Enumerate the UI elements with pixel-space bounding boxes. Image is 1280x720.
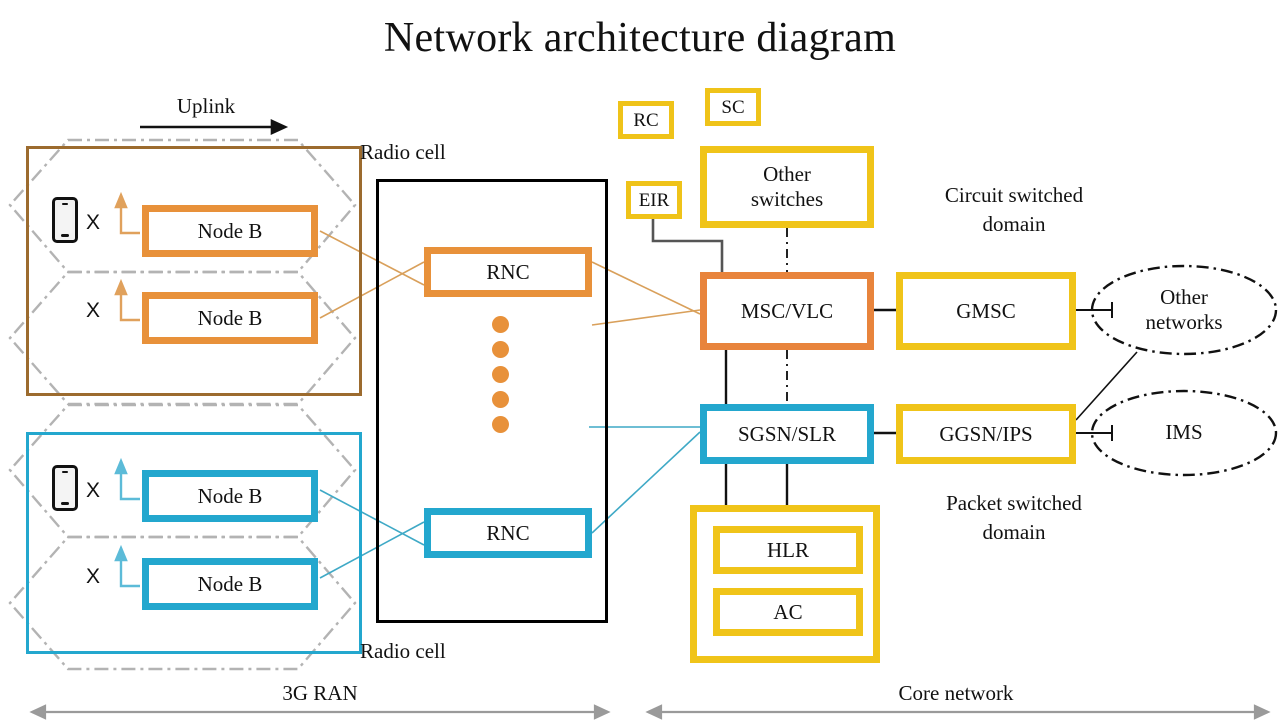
ue-phone-icon-1 [52, 197, 78, 243]
rc-label: RC [633, 109, 659, 131]
ue-phone-icon-2 [52, 465, 78, 511]
ran-group-bottom-frame [26, 432, 362, 654]
eir-label: EIR [638, 189, 670, 211]
rnc-dot [492, 316, 509, 333]
radio-cell-label-top: Radio cell [360, 140, 446, 164]
rnc-label-bottom: RNC [486, 520, 530, 545]
ggsn-ips-label: GGSN/IPS [939, 421, 1033, 446]
ran-group-top-frame [26, 146, 362, 396]
circuit-domain-line2: domain [982, 212, 1046, 236]
gmsc-box[interactable]: GMSC [896, 272, 1076, 350]
rc-box[interactable]: RC [618, 101, 674, 139]
rnc-box-top[interactable]: RNC [424, 247, 592, 297]
uplink-label: Uplink [176, 94, 236, 118]
core-span-label: Core network [898, 681, 1014, 705]
ran-span-arrow [29, 704, 611, 720]
node-b-label-3: Node B [197, 483, 263, 508]
gmsc-label: GMSC [956, 298, 1016, 323]
circuit-domain-line1: Circuit switched [944, 183, 1084, 207]
node-b-box-1[interactable]: Node B [142, 205, 318, 257]
msc-vlc-box[interactable]: MSC/VLC [700, 272, 874, 350]
other-switches-box[interactable]: Other switches [700, 146, 874, 228]
packet-domain-line1: Packet switched [946, 491, 1082, 515]
hlr-box[interactable]: HLR [713, 526, 863, 574]
other-switches-label-line1: Other [763, 162, 811, 186]
ggsn-ips-box[interactable]: GGSN/IPS [896, 404, 1076, 464]
other-networks-node[interactable]: Other networks [1092, 285, 1276, 335]
sc-label: SC [721, 96, 745, 118]
ac-label: AC [773, 599, 803, 624]
diagram-canvas: Network architecture diagram Uplink X X … [0, 0, 1280, 720]
hlr-ac-container: HLR AC [690, 505, 880, 663]
ue-x-marker-1: X [86, 211, 101, 234]
rnc-box-bottom[interactable]: RNC [424, 508, 592, 558]
rnc-label-top: RNC [486, 259, 530, 284]
sc-box[interactable]: SC [705, 88, 761, 126]
circuit-switched-domain-label: Circuit switched domain [900, 181, 1128, 239]
other-switches-label-line2: switches [750, 187, 824, 211]
ims-label: IMS [1165, 420, 1203, 444]
node-b-box-2[interactable]: Node B [142, 292, 318, 344]
node-b-box-3[interactable]: Node B [142, 470, 318, 522]
packet-switched-domain-label: Packet switched domain [900, 489, 1128, 547]
node-b-label-4: Node B [197, 571, 263, 596]
node-b-box-4[interactable]: Node B [142, 558, 318, 610]
ue-x-marker-4: X [86, 565, 101, 588]
ims-node[interactable]: IMS [1092, 420, 1276, 445]
rnc-ellipsis-dots [492, 316, 509, 433]
ue-x-marker-2: X [86, 299, 101, 322]
uplink-arrow [140, 118, 289, 136]
rnc-dot [492, 341, 509, 358]
rnc-dot [492, 366, 509, 383]
core-span-arrow [645, 704, 1271, 720]
rnc-to-core-links-top [591, 261, 701, 326]
rnc-dot [492, 391, 509, 408]
eir-box[interactable]: EIR [626, 181, 682, 219]
sgsn-slr-label: SGSN/SLR [737, 421, 837, 446]
radio-cell-label-bottom: Radio cell [360, 639, 446, 663]
node-b-label-2: Node B [197, 305, 263, 330]
other-networks-label-line1: Other [1160, 285, 1208, 309]
ac-box[interactable]: AC [713, 588, 863, 636]
other-networks-label-line2: networks [1145, 310, 1223, 334]
ue-x-marker-3: X [86, 479, 101, 502]
ran-span-label: 3G RAN [282, 681, 358, 705]
packet-domain-line2: domain [982, 520, 1046, 544]
rnc-dot [492, 416, 509, 433]
core-horizontal-links [872, 308, 896, 435]
sgsn-slr-box[interactable]: SGSN/SLR [700, 404, 874, 464]
node-b-label-1: Node B [197, 218, 263, 243]
msc-vlc-label: MSC/VLC [740, 298, 834, 323]
hlr-label: HLR [767, 537, 809, 562]
